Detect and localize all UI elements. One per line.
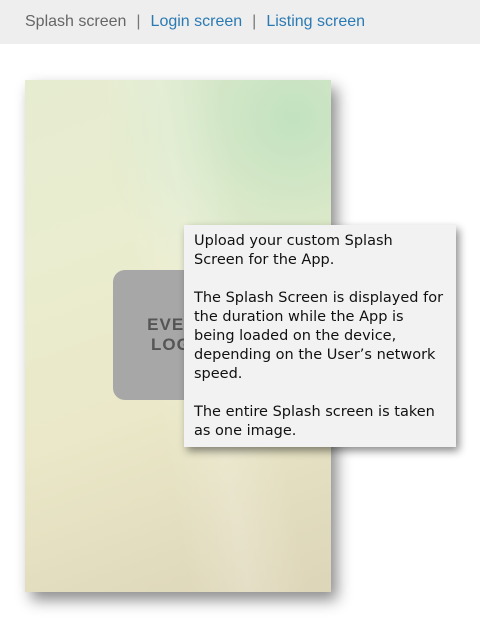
- tooltip-paragraph-image: The entire Splash screen is taken as one…: [194, 404, 435, 439]
- tooltip-paragraph-display: The Splash Screen is displayed for the d…: [194, 290, 444, 382]
- splash-info-tooltip: Upload your custom Splash Screen for the…: [184, 225, 456, 447]
- tab-login-screen[interactable]: Login screen: [151, 13, 243, 31]
- tab-separator: |: [252, 13, 257, 30]
- tab-splash-screen[interactable]: Splash screen: [25, 13, 126, 31]
- tab-separator: |: [136, 13, 141, 30]
- tooltip-paragraph-upload: Upload your custom Splash Screen for the…: [194, 233, 393, 268]
- screen-tabs-bar: Splash screen | Login screen | Listing s…: [0, 0, 480, 44]
- tab-listing-screen[interactable]: Listing screen: [266, 13, 365, 31]
